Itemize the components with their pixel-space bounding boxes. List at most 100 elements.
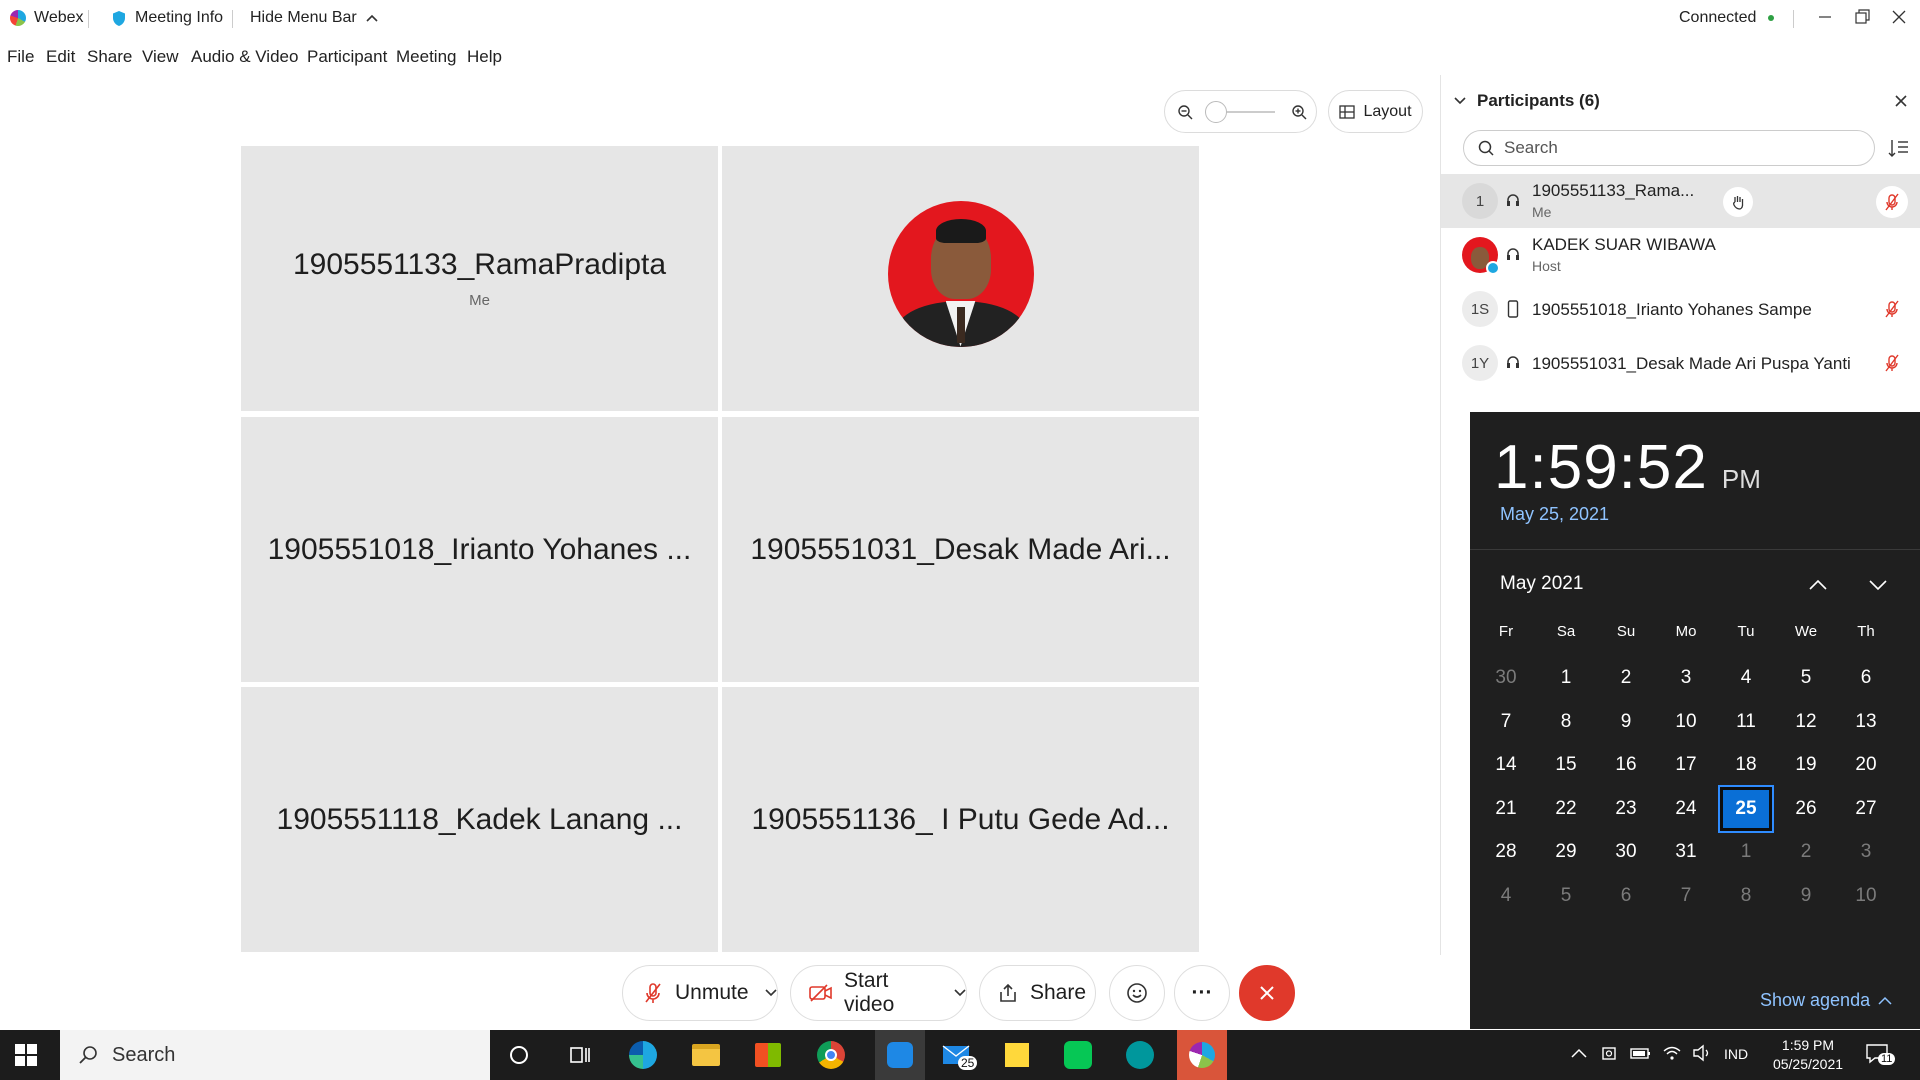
video-tile[interactable]: 1905551018_Irianto Yohanes ... (241, 417, 718, 682)
calendar-day[interactable]: 5 (1780, 656, 1832, 700)
chevron-down-icon[interactable] (954, 989, 966, 997)
calendar-day[interactable]: 4 (1480, 874, 1532, 918)
calendar-day[interactable]: 20 (1840, 743, 1892, 787)
reactions-button[interactable] (1109, 965, 1165, 1021)
calendar-day[interactable]: 23 (1600, 787, 1652, 831)
webex-taskbar-button[interactable] (1177, 1030, 1227, 1080)
calendar-day[interactable]: 1 (1720, 830, 1772, 874)
calendar-day[interactable]: 17 (1660, 743, 1712, 787)
calendar-day[interactable]: 3 (1840, 830, 1892, 874)
input-language-indicator[interactable]: IND (1724, 1046, 1748, 1062)
close-window-button[interactable] (1888, 6, 1910, 28)
app-button-active[interactable] (875, 1030, 925, 1080)
meet-now-icon[interactable] (1601, 1044, 1619, 1067)
zoom-out-icon[interactable] (1177, 104, 1193, 120)
calendar-day[interactable]: 8 (1540, 700, 1592, 744)
calendar-day[interactable]: 9 (1600, 700, 1652, 744)
zoom-slider-thumb[interactable] (1205, 101, 1227, 123)
calendar-day[interactable]: 9 (1780, 874, 1832, 918)
participant-row[interactable]: 1S 1905551018_Irianto Yohanes Sampe (1441, 282, 1920, 336)
calendar-day[interactable]: 27 (1840, 787, 1892, 831)
calendar-day[interactable]: 21 (1480, 787, 1532, 831)
video-tile[interactable]: 1905551133_RamaPradipta Me (241, 146, 718, 411)
calendar-day[interactable]: 10 (1840, 874, 1892, 918)
cortana-button[interactable] (502, 1038, 536, 1072)
zoom-in-icon[interactable] (1291, 104, 1307, 120)
layout-button[interactable]: Layout (1328, 90, 1423, 133)
calendar-day[interactable]: 31 (1660, 830, 1712, 874)
participant-row[interactable]: 1 1905551133_Rama... Me (1441, 174, 1920, 228)
calendar-day[interactable]: 26 (1780, 787, 1832, 831)
task-view-button[interactable] (563, 1038, 597, 1072)
video-tile[interactable]: 1905551118_Kadek Lanang ... (241, 687, 718, 952)
menu-help[interactable]: Help (467, 47, 502, 67)
calendar-day[interactable]: 11 (1720, 700, 1772, 744)
notification-center-button[interactable]: 11 (1865, 1042, 1896, 1069)
sticky-notes-button[interactable] (1000, 1038, 1034, 1072)
calendar-day[interactable]: 29 (1540, 830, 1592, 874)
calendar-day[interactable]: 18 (1720, 743, 1772, 787)
calendar-day[interactable]: 15 (1540, 743, 1592, 787)
calendar-day[interactable]: 28 (1480, 830, 1532, 874)
menu-audio-video[interactable]: Audio & Video (191, 47, 298, 67)
calendar-day[interactable]: 16 (1600, 743, 1652, 787)
mail-button[interactable]: 25 (940, 1038, 978, 1072)
mute-status-button[interactable] (1876, 186, 1908, 218)
previous-month-button[interactable] (1801, 568, 1835, 602)
video-tile[interactable] (722, 146, 1199, 411)
menu-edit[interactable]: Edit (46, 47, 75, 67)
calendar-day[interactable]: 7 (1480, 700, 1532, 744)
calendar-day[interactable]: 22 (1540, 787, 1592, 831)
chevron-down-icon[interactable] (764, 989, 777, 997)
volume-icon[interactable] (1692, 1044, 1714, 1067)
line-app-button[interactable] (1061, 1038, 1095, 1072)
show-hidden-icons-button[interactable] (1570, 1046, 1588, 1064)
raise-hand-button[interactable] (1723, 187, 1753, 217)
meeting-info-button[interactable]: Meeting Info (111, 9, 223, 27)
participant-row[interactable]: KADEK SUAR WIBAWA Host (1441, 228, 1920, 282)
menu-view[interactable]: View (142, 47, 179, 67)
calendar-day[interactable]: 8 (1720, 874, 1772, 918)
video-tile[interactable]: 1905551031_Desak Made Ari... (722, 417, 1199, 682)
calendar-day[interactable]: 24 (1660, 787, 1712, 831)
calendar-day[interactable]: 2 (1780, 830, 1832, 874)
show-agenda-button[interactable]: Show agenda (1760, 990, 1892, 1011)
calendar-day[interactable]: 4 (1720, 656, 1772, 700)
calendar-day[interactable]: 3 (1660, 656, 1712, 700)
participants-header[interactable]: Participants (6) (1453, 91, 1600, 111)
hide-menu-bar-button[interactable]: Hide Menu Bar (250, 9, 379, 27)
taskbar-search-box[interactable]: Search (60, 1030, 490, 1080)
calendar-day[interactable]: 25 (1718, 784, 1774, 833)
calendar-day[interactable]: 10 (1660, 700, 1712, 744)
arduino-button[interactable] (1123, 1038, 1157, 1072)
calendar-day[interactable]: 6 (1840, 656, 1892, 700)
store-button[interactable] (751, 1038, 785, 1072)
menu-file[interactable]: File (7, 47, 34, 67)
calendar-month-label[interactable]: May 2021 (1500, 573, 1583, 595)
battery-icon[interactable] (1630, 1045, 1652, 1066)
file-explorer-button[interactable] (689, 1038, 723, 1072)
more-options-button[interactable]: ··· (1174, 965, 1230, 1021)
wifi-icon[interactable] (1662, 1044, 1682, 1067)
menu-participant[interactable]: Participant (307, 47, 387, 67)
calendar-day[interactable]: 19 (1780, 743, 1832, 787)
leave-meeting-button[interactable] (1239, 965, 1295, 1021)
video-tile[interactable]: 1905551136_ I Putu Gede Ad... (722, 687, 1199, 952)
calendar-day[interactable]: 7 (1660, 874, 1712, 918)
calendar-day[interactable]: 5 (1540, 874, 1592, 918)
minimize-button[interactable] (1814, 6, 1836, 28)
calendar-day[interactable]: 13 (1840, 700, 1892, 744)
unmute-button[interactable]: Unmute (622, 965, 778, 1021)
calendar-day[interactable]: 14 (1480, 743, 1532, 787)
close-panel-button[interactable] (1889, 89, 1913, 113)
calendar-day[interactable]: 30 (1600, 830, 1652, 874)
chrome-button[interactable] (814, 1038, 848, 1072)
menu-meeting[interactable]: Meeting (396, 47, 456, 67)
menu-share[interactable]: Share (87, 47, 132, 67)
clock-date-link[interactable]: May 25, 2021 (1500, 504, 1609, 525)
restore-button[interactable] (1851, 6, 1873, 28)
calendar-day[interactable]: 6 (1600, 874, 1652, 918)
edge-browser-button[interactable] (626, 1038, 660, 1072)
next-month-button[interactable] (1861, 568, 1895, 602)
share-button[interactable]: Share (979, 965, 1096, 1021)
